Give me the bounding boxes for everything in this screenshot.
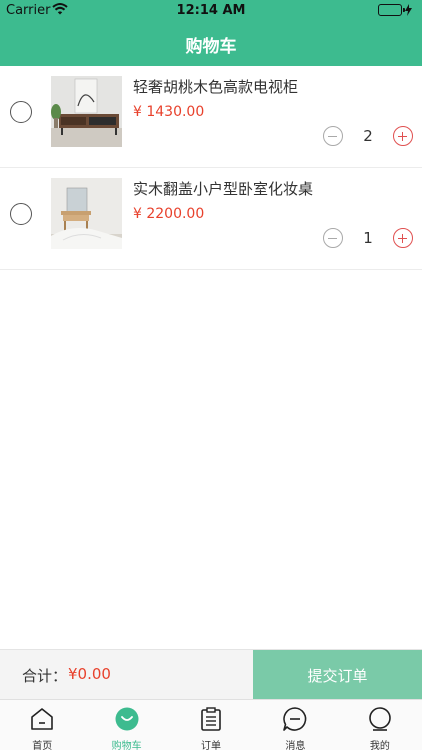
home-icon: [31, 708, 54, 730]
tab-cart[interactable]: 购物车: [84, 700, 168, 750]
tab-label: 我的: [369, 741, 390, 750]
product-title[interactable]: 实木翻盖小户型卧室化妆桌: [133, 178, 313, 199]
tab-orders[interactable]: 订单: [169, 700, 253, 750]
tab-label: 首页: [32, 741, 53, 750]
total-amount: ¥0.00: [68, 665, 111, 683]
select-radio[interactable]: [10, 203, 32, 225]
product-price: ¥ 2200.00: [133, 206, 205, 222]
page-title: 购物车: [185, 36, 237, 57]
tab-label: 购物车: [111, 741, 142, 750]
tab-bar: 首页 购物车 订单 消息 我的: [0, 699, 422, 750]
submit-order-label: 提交订单: [307, 666, 368, 685]
submit-order-button[interactable]: 提交订单: [253, 650, 422, 700]
clipboard-icon: [201, 707, 221, 731]
product-title[interactable]: 轻奢胡桃木色高款电视柜: [133, 76, 298, 97]
quantity-stepper: 1: [323, 228, 413, 248]
quantity-value: 2: [363, 127, 373, 145]
status-time: 12:14 AM: [176, 3, 246, 18]
tab-profile[interactable]: 我的: [338, 700, 422, 750]
increase-button[interactable]: [393, 126, 413, 146]
decrease-button[interactable]: [323, 228, 343, 248]
checkout-bar: 合计： ¥0.00 提交订单: [0, 649, 422, 700]
cart-item: 实木翻盖小户型卧室化妆桌 ¥ 2200.00 1: [0, 168, 422, 270]
tab-home[interactable]: 首页: [0, 700, 84, 750]
cart-list: 轻奢胡桃木色高款电视柜 ¥ 1430.00 2 实木翻盖小户型卧室化妆桌 ¥ 2…: [0, 66, 422, 270]
cart-item: 轻奢胡桃木色高款电视柜 ¥ 1430.00 2: [0, 66, 422, 168]
battery-icon: [378, 4, 412, 16]
select-radio[interactable]: [10, 101, 32, 123]
tab-label: 消息: [285, 741, 306, 750]
decrease-button[interactable]: [323, 126, 343, 146]
tab-label: 订单: [201, 741, 222, 750]
product-image[interactable]: [51, 76, 122, 147]
nav-bar: 购物车: [0, 22, 422, 66]
total-label: 合计：: [22, 667, 68, 685]
message-icon: [283, 707, 307, 731]
status-bar: Carrier 12:14 AM: [0, 0, 422, 22]
product-price: ¥ 1430.00: [133, 104, 205, 120]
increase-button[interactable]: [393, 228, 413, 248]
cart-icon: [115, 707, 139, 731]
profile-icon: [369, 707, 391, 731]
quantity-value: 1: [363, 229, 373, 247]
tab-messages[interactable]: 消息: [253, 700, 337, 750]
product-image[interactable]: [51, 178, 122, 249]
quantity-stepper: 2: [323, 126, 413, 146]
